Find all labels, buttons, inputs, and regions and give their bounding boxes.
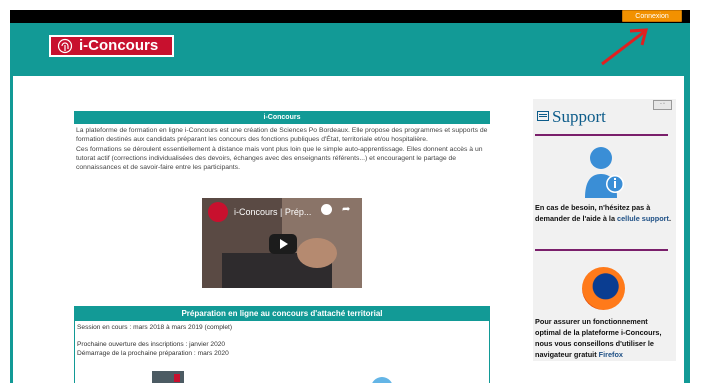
divider bbox=[535, 134, 668, 136]
info-bubble-icon bbox=[371, 377, 393, 383]
brochure-thumbnail[interactable] bbox=[152, 371, 184, 383]
login-button[interactable]: Connexion bbox=[622, 10, 682, 22]
site-logo[interactable]: i-Concours bbox=[49, 35, 174, 57]
intro-paragraph-1: La plateforme de formation en ligne i-Co… bbox=[76, 127, 488, 144]
red-arrow-annotation bbox=[601, 28, 648, 66]
support-title-text: Support bbox=[552, 107, 606, 126]
intro-title: i-Concours bbox=[74, 111, 490, 124]
intro-text: La plateforme de formation en ligne i-Co… bbox=[74, 124, 490, 172]
block-controls-icon[interactable]: - ▫ bbox=[653, 100, 672, 110]
logo-text: i-Concours bbox=[79, 37, 159, 54]
support-panel: - ▫ Support En cas de besoin, n'hésitez … bbox=[533, 99, 676, 361]
top-bar: Connexion bbox=[10, 10, 690, 23]
share-icon[interactable]: ➦ bbox=[342, 204, 350, 215]
prep-block: Préparation en ligne au concours d'attac… bbox=[74, 306, 490, 383]
play-button[interactable] bbox=[269, 234, 297, 254]
support-link[interactable]: cellule support bbox=[617, 214, 669, 223]
intro-block: i-Concours La plateforme de formation en… bbox=[74, 111, 490, 172]
prep-title: Préparation en ligne au concours d'attac… bbox=[75, 307, 489, 321]
page-frame: Connexion i-Concours i-Concours La plate… bbox=[10, 10, 690, 383]
support-title: Support bbox=[537, 107, 606, 127]
video-title[interactable]: i-Concours | Prép... bbox=[234, 207, 311, 217]
channel-logo-icon bbox=[208, 202, 228, 222]
support-help-text: En cas de besoin, n'hésitez pas à demand… bbox=[535, 203, 671, 223]
video-player[interactable]: i-Concours | Prép... ➦ bbox=[202, 198, 362, 288]
watch-later-icon[interactable] bbox=[321, 204, 332, 215]
fingerprint-icon bbox=[57, 38, 73, 54]
intro-paragraph-2: Ces formations se déroulent essentiellem… bbox=[76, 145, 483, 172]
prep-next-start: Démarrage de la prochaine préparation : … bbox=[77, 350, 229, 357]
left-border bbox=[10, 76, 13, 383]
firefox-text: Pour assurer un fonctionnement optimal d… bbox=[535, 317, 662, 359]
firefox-link[interactable]: Firefox bbox=[599, 350, 623, 359]
divider bbox=[535, 249, 668, 251]
list-icon bbox=[537, 111, 549, 121]
prep-next-opening: Prochaine ouverture des inscriptions : j… bbox=[77, 341, 226, 348]
right-border bbox=[684, 76, 690, 383]
user-info-icon bbox=[585, 147, 624, 198]
firefox-icon bbox=[582, 267, 625, 310]
prep-session: Session en cours : mars 2018 à mars 2019… bbox=[77, 324, 233, 331]
